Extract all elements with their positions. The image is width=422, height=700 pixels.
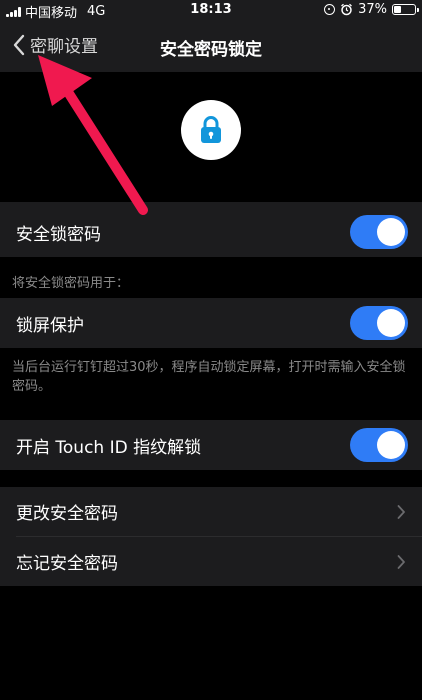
rotation-lock-icon xyxy=(324,4,336,15)
back-label: 密聊设置 xyxy=(30,37,98,57)
back-button[interactable]: 密聊设置 xyxy=(12,32,98,57)
touch-id-row: 开启 Touch ID 指纹解锁 xyxy=(0,420,422,470)
chevron-right-icon xyxy=(397,504,405,519)
toggle-knob xyxy=(377,218,405,246)
lock-password-toggle[interactable] xyxy=(350,215,408,249)
touch-id-label: 开启 Touch ID 指纹解锁 xyxy=(16,437,202,458)
bottom-empty-area xyxy=(0,586,422,700)
touch-id-toggle[interactable] xyxy=(350,428,408,462)
usage-caption-area: 将安全锁密码用于： xyxy=(0,257,422,298)
lock-badge xyxy=(181,100,241,160)
screen-lock-note: 当后台运行钉钉超过30秒，程序自动锁定屏幕，打开时需输入安全锁密码。 xyxy=(12,360,406,394)
lock-password-label: 安全锁密码 xyxy=(16,224,101,245)
battery-percent: 37% xyxy=(358,2,387,17)
screen-lock-toggle[interactable] xyxy=(350,306,408,340)
section-gap xyxy=(0,470,422,487)
forgot-password-row[interactable]: 忘记安全密码 xyxy=(0,537,422,586)
toggle-knob xyxy=(377,431,405,459)
toggle-knob xyxy=(377,309,405,337)
lock-password-row: 安全锁密码 xyxy=(0,207,422,257)
status-right: 37% xyxy=(324,2,419,17)
screen-lock-note-area: 当后台运行钉钉超过30秒，程序自动锁定屏幕，打开时需输入安全锁密码。 xyxy=(0,348,422,420)
change-password-row[interactable]: 更改安全密码 xyxy=(0,487,422,536)
lock-header xyxy=(0,72,422,202)
screen-lock-row: 锁屏保护 xyxy=(0,298,422,348)
status-bar: 中国移动 4G 18:13 37% xyxy=(0,0,422,21)
chevron-right-icon xyxy=(397,554,405,569)
change-password-label: 更改安全密码 xyxy=(16,504,118,524)
lock-icon xyxy=(201,116,221,143)
navigation-bar: 密聊设置 安全密码锁定 xyxy=(0,20,422,72)
forgot-password-label: 忘记安全密码 xyxy=(16,554,118,574)
chevron-left-icon xyxy=(13,34,25,55)
screen-lock-label: 锁屏保护 xyxy=(16,315,84,336)
battery-fill xyxy=(394,6,401,13)
usage-caption: 将安全锁密码用于： xyxy=(12,276,130,291)
alarm-icon xyxy=(341,3,353,16)
battery-icon xyxy=(392,4,419,15)
